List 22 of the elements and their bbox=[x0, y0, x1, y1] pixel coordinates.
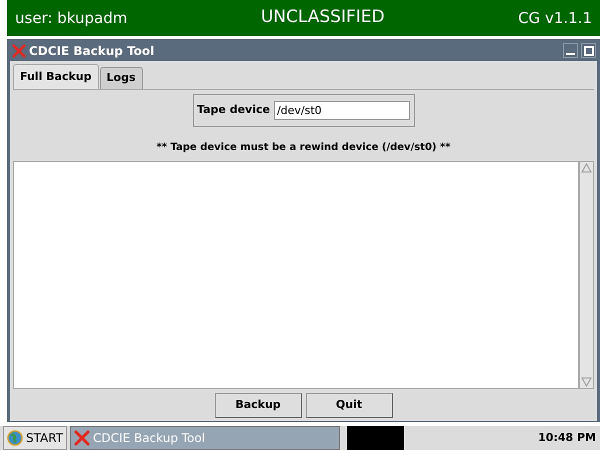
tape-device-label: Tape device bbox=[197, 102, 270, 118]
action-button[interactable]: Quit bbox=[306, 393, 392, 418]
scrollbar[interactable] bbox=[579, 161, 594, 389]
start-button[interactable]: START bbox=[3, 426, 68, 450]
classification-label: UNCLASSIFIED bbox=[260, 6, 385, 30]
x-logo-icon bbox=[12, 44, 26, 58]
user-label: user: bkupadm bbox=[15, 8, 128, 29]
note-text: ** Tape device must be a rewind device (/dev/st0) ** bbox=[156, 141, 450, 155]
x-logo-icon bbox=[74, 430, 90, 446]
scroll-up-icon[interactable] bbox=[580, 162, 593, 174]
clock: 10:48 PM bbox=[538, 430, 597, 446]
globe-icon bbox=[7, 430, 23, 446]
minimize-button[interactable] bbox=[563, 43, 578, 58]
tape-device-field[interactable]: /dev/st0 bbox=[274, 101, 410, 120]
maximize-button[interactable] bbox=[581, 43, 596, 58]
action-button[interactable]: Backup bbox=[214, 393, 302, 418]
tray-area bbox=[347, 426, 404, 450]
window-title: CDCIE Backup Tool bbox=[29, 42, 154, 60]
version-label: CG v1.1.1 bbox=[518, 8, 592, 29]
scroll-down-icon[interactable] bbox=[580, 376, 593, 388]
tab[interactable]: Logs bbox=[100, 67, 143, 89]
tab[interactable]: Full Backup bbox=[13, 64, 99, 89]
